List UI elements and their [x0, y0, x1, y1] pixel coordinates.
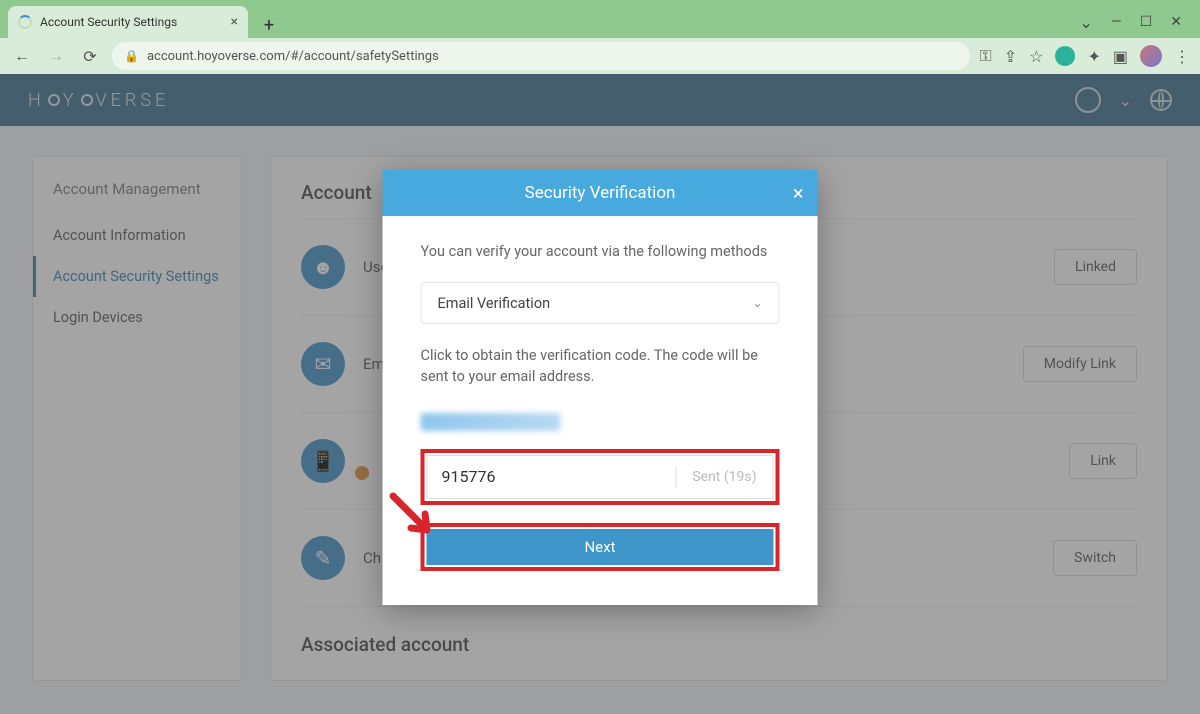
modal-title: Security Verification: [525, 183, 676, 203]
star-icon[interactable]: ☆: [1029, 47, 1043, 66]
extension-icon[interactable]: [1055, 46, 1075, 66]
puzzle-icon[interactable]: ✦: [1087, 47, 1100, 66]
redacted-email: [421, 413, 561, 431]
chevron-down-icon[interactable]: ⌄: [1079, 13, 1092, 32]
loading-spinner-icon: [18, 15, 32, 29]
close-icon[interactable]: ×: [793, 181, 804, 205]
minimize-icon[interactable]: —: [1111, 14, 1122, 30]
close-tab-icon[interactable]: ×: [231, 14, 238, 30]
browser-tab[interactable]: Account Security Settings ×: [8, 6, 248, 38]
browser-toolbar: ← → ⟳ 🔒 account.hoyoverse.com/#/account/…: [0, 38, 1200, 74]
share-icon[interactable]: ⇪: [1004, 47, 1017, 66]
profile-avatar[interactable]: [1140, 45, 1162, 67]
new-tab-button[interactable]: +: [256, 12, 282, 38]
browser-titlebar: Account Security Settings × + ⌄ — ☐ ✕: [0, 0, 1200, 38]
verification-code-input[interactable]: [428, 456, 676, 498]
annotation-highlight: Next: [421, 523, 780, 571]
panel-icon[interactable]: ▣: [1113, 47, 1128, 66]
close-window-icon[interactable]: ✕: [1170, 14, 1182, 30]
url-text: account.hoyoverse.com/#/account/safetySe…: [147, 49, 439, 64]
forward-button[interactable]: →: [44, 44, 68, 68]
lock-icon: 🔒: [124, 49, 139, 63]
window-controls: ⌄ — ☐ ✕: [1079, 6, 1192, 38]
verification-method-select[interactable]: Email Verification ⌄: [421, 282, 780, 324]
back-button[interactable]: ←: [10, 44, 34, 68]
modal-hint: Click to obtain the verification code. T…: [421, 346, 780, 387]
security-verification-modal: Security Verification × You can verify y…: [383, 170, 818, 605]
reload-button[interactable]: ⟳: [78, 44, 102, 68]
chevron-down-icon: ⌄: [752, 296, 762, 310]
selected-method: Email Verification: [438, 295, 551, 312]
kebab-menu-icon[interactable]: ⋮: [1174, 47, 1190, 66]
next-button[interactable]: Next: [427, 529, 774, 565]
resend-countdown: Sent (19s): [676, 469, 772, 485]
key-icon[interactable]: ⚿: [980, 46, 992, 66]
address-bar[interactable]: 🔒 account.hoyoverse.com/#/account/safety…: [112, 42, 970, 70]
tab-title: Account Security Settings: [40, 15, 177, 29]
maximize-icon[interactable]: ☐: [1140, 14, 1153, 30]
annotation-highlight: Sent (19s): [421, 449, 780, 505]
modal-header: Security Verification ×: [383, 170, 818, 216]
modal-instruction: You can verify your account via the foll…: [421, 242, 780, 262]
